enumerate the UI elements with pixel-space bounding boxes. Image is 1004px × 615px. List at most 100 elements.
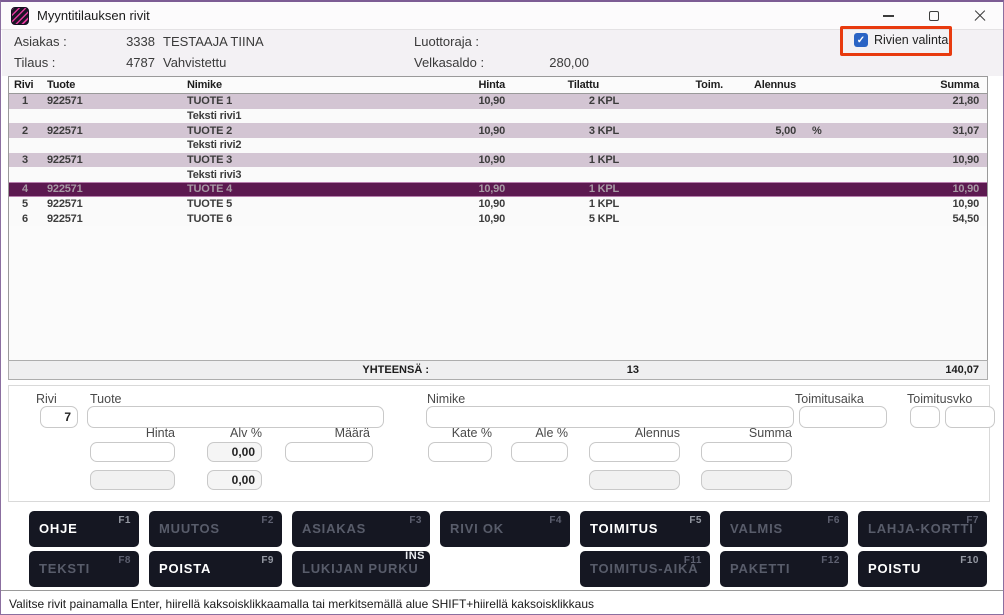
cell-rivi: 4 — [9, 183, 41, 195]
button-muutos[interactable]: MUUTOSF2 — [149, 511, 282, 547]
button-toimitus[interactable]: TOIMITUSF5 — [580, 511, 710, 547]
cell-nimike: Teksti rivi1 — [187, 110, 437, 122]
cell-rivi: 2 — [9, 125, 41, 137]
alennus-label: Alennus — [589, 426, 680, 440]
order-header: Asiakas : 3338 TESTAAJA TIINA Luottoraja… — [2, 30, 1003, 76]
maara-field[interactable] — [285, 442, 373, 462]
button-poistu[interactable]: POISTUF10 — [858, 551, 987, 587]
button-lukijan-purku[interactable]: LUKIJAN PURKUINS — [292, 551, 430, 587]
summa-label: Summa — [701, 426, 792, 440]
cell-nimike: TUOTE 1 — [187, 95, 437, 107]
button-label: TOIMITUS-AIKA — [590, 562, 698, 576]
button-label: LAHJA-KORTTI — [868, 522, 974, 536]
button-paketti[interactable]: PAKETTIF12 — [720, 551, 848, 587]
button-lahja-kortti[interactable]: LAHJA-KORTTIF7 — [858, 511, 987, 547]
table-row[interactable]: 2922571TUOTE 210,903 KPL5,00%31,07 — [9, 123, 987, 138]
table-row[interactable]: 1922571TUOTE 110,902 KPL21,80 — [9, 94, 987, 109]
button-fkey-label: F7 — [966, 515, 979, 526]
col-tuote: Tuote — [41, 79, 187, 91]
col-hinta: Hinta — [437, 79, 511, 91]
row-select-checkbox[interactable]: ✓ — [854, 33, 868, 47]
button-label: LUKIJAN PURKU — [302, 562, 419, 576]
alennus-field[interactable] — [589, 442, 680, 462]
toimitusvko-field-1[interactable] — [910, 406, 940, 428]
alv-label: Alv % — [205, 426, 262, 440]
button-fkey-label: F8 — [118, 555, 131, 566]
button-spacer — [440, 551, 570, 587]
table-header: Rivi Tuote Nimike Hinta Tilattu Toim. Al… — [9, 77, 987, 94]
cell-summa: 10,90 — [834, 183, 987, 195]
cell-nimike: Teksti rivi2 — [187, 139, 437, 151]
rivi-field[interactable] — [40, 406, 78, 428]
button-fkey-label: INS — [405, 550, 425, 562]
button-label: PAKETTI — [730, 562, 790, 576]
cell-hinta: 10,90 — [437, 198, 511, 210]
button-toimitus-aika[interactable]: TOIMITUS-AIKAF11 — [580, 551, 710, 587]
cell-tuote: 922571 — [41, 198, 187, 210]
summa-field[interactable] — [701, 442, 792, 462]
cell-nimike: TUOTE 6 — [187, 213, 437, 225]
order-label: Tilaus : — [14, 55, 55, 70]
cell-summa: 10,90 — [834, 198, 987, 210]
tuote-field[interactable] — [87, 406, 384, 428]
cell-summa: 54,50 — [834, 213, 987, 225]
table-row[interactable]: 4922571TUOTE 410,901 KPL10,90 — [9, 182, 987, 197]
cell-tilattu: 1 KPL — [511, 154, 624, 166]
maximize-icon — [929, 11, 939, 21]
kate-field[interactable] — [428, 442, 492, 462]
cell-nimike: TUOTE 5 — [187, 198, 437, 210]
button-label: VALMIS — [730, 522, 783, 536]
table-row[interactable]: 6922571TUOTE 610,905 KPL54,50 — [9, 212, 987, 227]
cell-alennus: 5,00 — [727, 125, 800, 137]
row-edit-form: Rivi Tuote Nimike Toimitusaika Toimitusv… — [8, 385, 990, 502]
button-label: POISTA — [159, 562, 211, 576]
cell-tuote: 922571 — [41, 183, 187, 195]
statusbar: Valitse rivit painamalla Enter, hiirellä… — [1, 590, 1003, 615]
window-title: Myyntitilauksen rivit — [37, 8, 150, 23]
col-tilattu: Tilattu — [511, 79, 624, 91]
button-poista[interactable]: POISTAF9 — [149, 551, 282, 587]
nimike-field[interactable] — [426, 406, 794, 428]
cell-nimike: TUOTE 2 — [187, 125, 437, 137]
rivi-label: Rivi — [36, 392, 57, 406]
minimize-icon — [883, 15, 894, 16]
alv-field-2[interactable] — [207, 470, 262, 490]
toimitusvko-field-2[interactable] — [945, 406, 995, 428]
table-rows: 1922571TUOTE 110,902 KPL21,80Teksti rivi… — [9, 94, 987, 226]
table-row[interactable]: Teksti rivi1 — [9, 109, 987, 124]
table-row[interactable]: 5922571TUOTE 510,901 KPL10,90 — [9, 197, 987, 212]
total-bar: YHTEENSÄ : 13 140,07 — [8, 360, 988, 380]
cell-rivi: 3 — [9, 154, 41, 166]
toimitusaika-field[interactable] — [799, 406, 887, 428]
app-icon — [11, 7, 29, 25]
table-row[interactable]: Teksti rivi3 — [9, 167, 987, 182]
button-ohje[interactable]: OHJEF1 — [29, 511, 139, 547]
summa-field-2[interactable] — [701, 470, 792, 490]
cell-hinta: 10,90 — [437, 95, 511, 107]
nimike-label: Nimike — [427, 392, 465, 406]
ale-field[interactable] — [511, 442, 568, 462]
alv-field[interactable] — [207, 442, 262, 462]
button-asiakas[interactable]: ASIAKASF3 — [292, 511, 430, 547]
close-button[interactable] — [957, 2, 1003, 30]
button-rivi-ok[interactable]: RIVI OKF4 — [440, 511, 570, 547]
button-label: POISTU — [868, 562, 921, 576]
hinta-field[interactable] — [90, 442, 175, 462]
cell-hinta: 10,90 — [437, 183, 511, 195]
col-rivi: Rivi — [9, 79, 41, 91]
order-status: Vahvistettu — [163, 55, 226, 70]
button-row-2: TEKSTI F8 POISTAF9 LUKIJAN PURKUINS TOIMITUS… — [29, 551, 987, 587]
button-valmis[interactable]: VALMISF6 — [720, 511, 848, 547]
table-row[interactable]: 3922571TUOTE 310,901 KPL10,90 — [9, 153, 987, 168]
row-select-label[interactable]: Rivien valinta — [874, 33, 948, 47]
customer-label: Asiakas : — [14, 34, 67, 49]
button-label: TEKSTI — [39, 562, 90, 576]
total-sum: 140,07 — [945, 364, 979, 376]
hinta-field-2[interactable] — [90, 470, 175, 490]
table-row[interactable]: Teksti rivi2 — [9, 138, 987, 153]
alennus-field-2[interactable] — [589, 470, 680, 490]
cell-tilattu: 2 KPL — [511, 95, 624, 107]
button-fkey-label: F2 — [261, 515, 274, 526]
kate-label: Kate % — [428, 426, 492, 440]
button-teksti[interactable]: TEKSTI F8 — [29, 551, 139, 587]
